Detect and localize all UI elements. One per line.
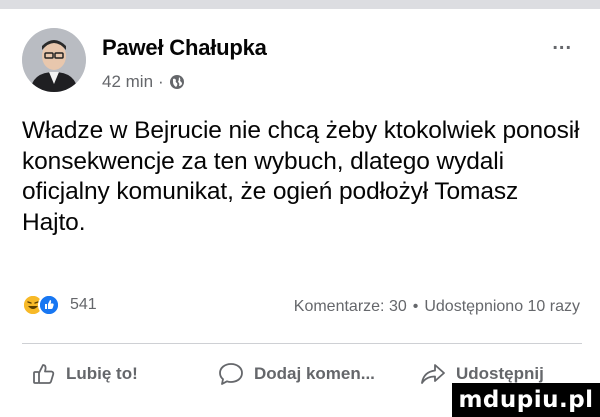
reactions-summary[interactable]: 541 xyxy=(22,294,97,316)
like-label: Lubię to! xyxy=(66,364,138,383)
like-button[interactable]: Lubię to! xyxy=(32,362,138,386)
avatar[interactable] xyxy=(22,28,86,92)
watermark-logo: mdupiu.pl xyxy=(452,383,600,417)
comment-bubble-icon xyxy=(218,362,244,386)
share-arrow-icon xyxy=(420,362,446,386)
post-stats: 541 Komentarze: 30 • Udostępniono 10 raz… xyxy=(22,292,582,324)
post-header: Paweł Chałupka 42 min · ... xyxy=(22,28,582,98)
top-bar xyxy=(0,0,600,9)
reactions-count: 541 xyxy=(70,296,97,313)
post-text: Władze w Bejrucie nie chcą żeby ktokolwi… xyxy=(22,117,580,236)
divider xyxy=(22,343,582,344)
avatar-photo-icon xyxy=(22,28,86,92)
author-name[interactable]: Paweł Chałupka xyxy=(102,35,267,61)
meta-separator: · xyxy=(158,72,164,91)
comment-button[interactable]: Dodaj komen... xyxy=(218,362,375,386)
more-options-icon[interactable]: ... xyxy=(552,32,572,55)
shares-count[interactable]: Udostępniono 10 razy xyxy=(424,298,580,316)
thumbs-up-icon xyxy=(32,362,56,386)
globe-icon xyxy=(169,74,185,90)
comment-label: Dodaj komen... xyxy=(254,364,375,383)
stats-dot: • xyxy=(412,298,419,315)
post-meta: 42 min · xyxy=(102,72,185,92)
share-label: Udostępnij xyxy=(456,364,544,383)
post-time[interactable]: 42 min xyxy=(102,72,153,92)
stats-right: Komentarze: 30 • Udostępniono 10 razy xyxy=(294,298,580,316)
like-icon xyxy=(38,294,60,316)
comments-count[interactable]: Komentarze: 30 xyxy=(294,298,407,316)
